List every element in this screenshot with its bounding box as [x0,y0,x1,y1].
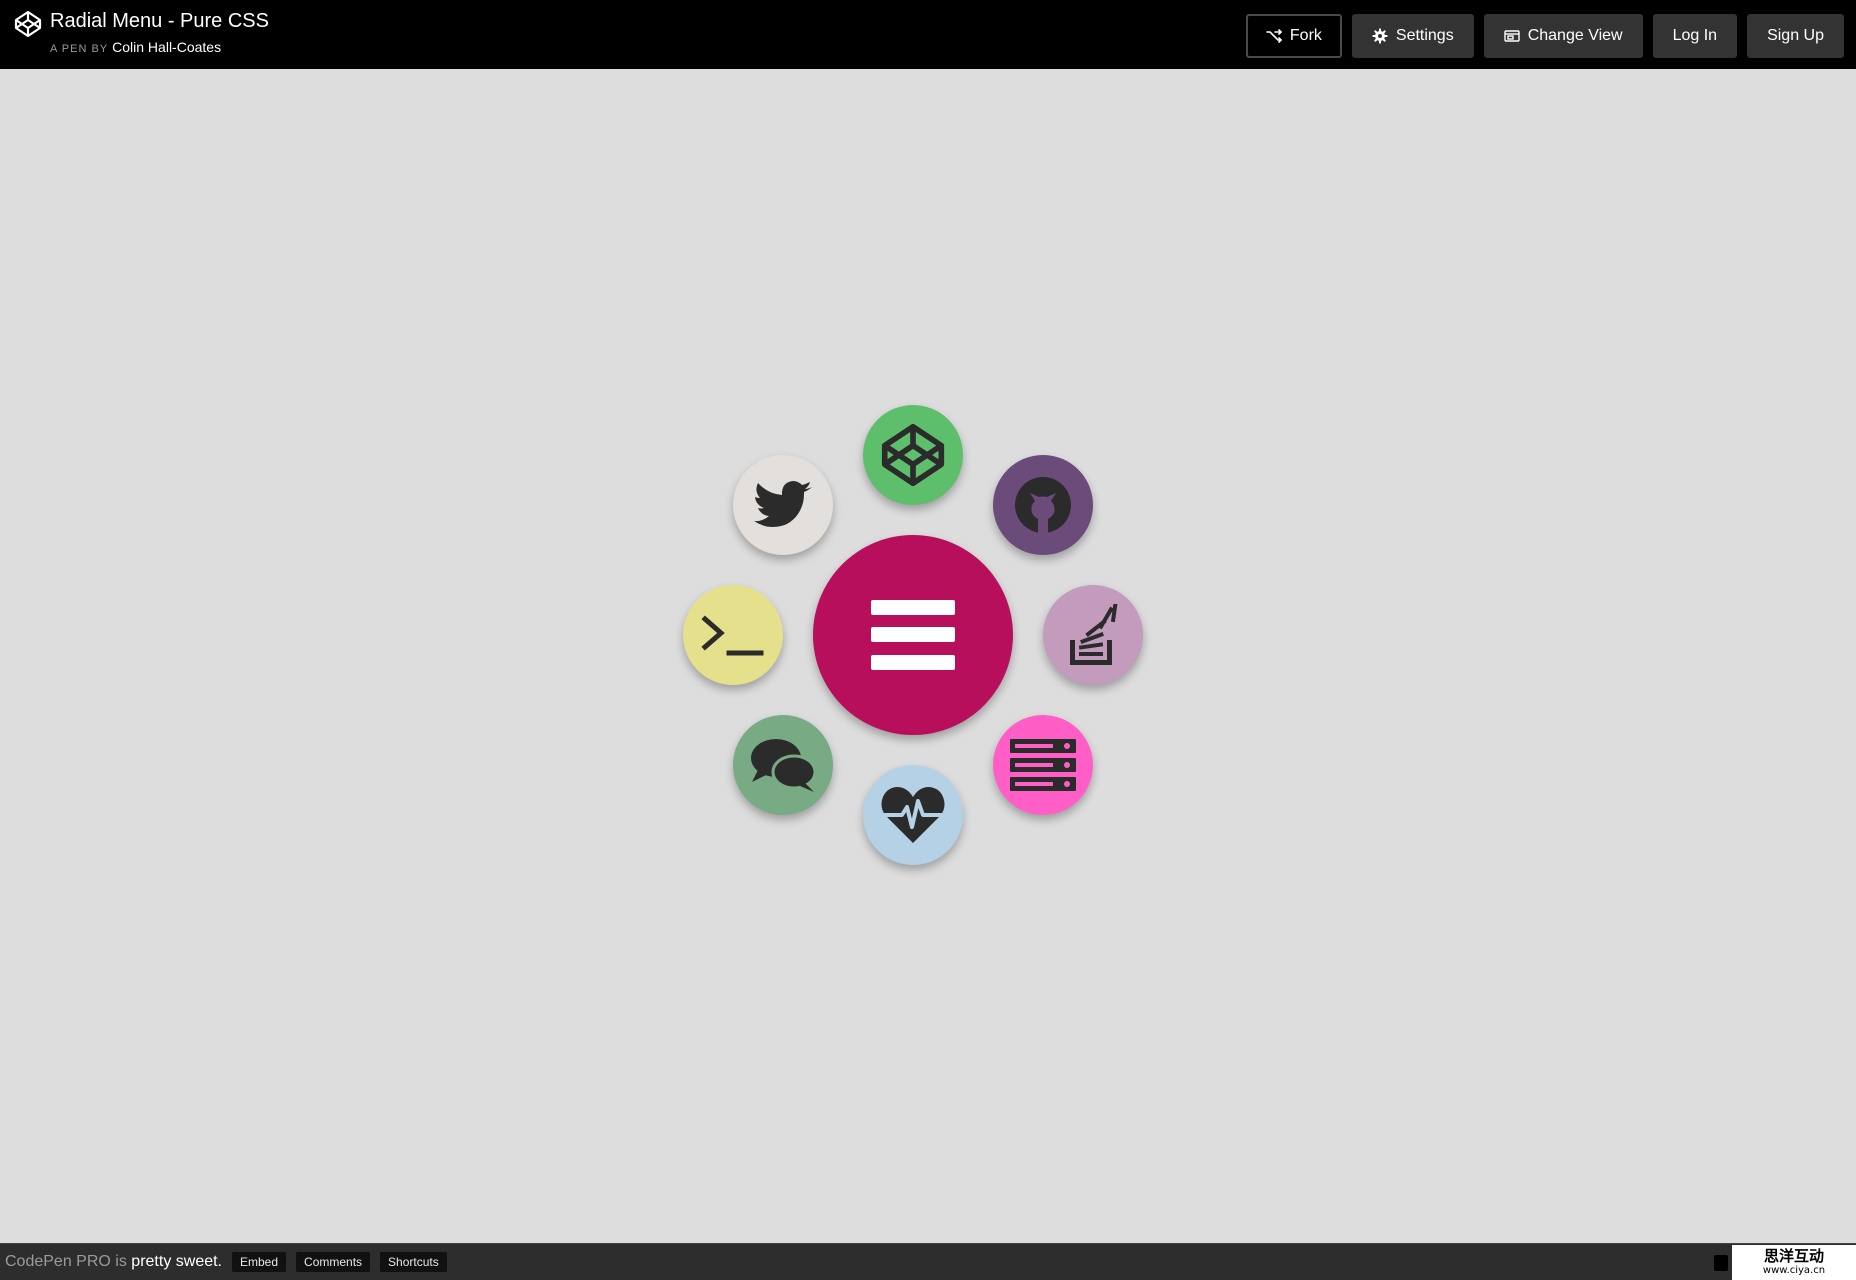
shortcuts-button[interactable]: Shortcuts [380,1252,447,1272]
footer-right: 思洋互动 www.ciya.cn [1714,1244,1856,1280]
embed-button[interactable]: Embed [232,1252,287,1272]
window-icon [1504,30,1520,42]
header-actions: Fork Settings Change View Log In Sign Up [1245,14,1844,58]
menu-item-twitter[interactable] [733,455,833,555]
comments-icon [751,739,816,792]
settings-label: Settings [1395,27,1454,44]
terminal-icon [701,615,764,656]
watermark: 思洋互动 www.ciya.cn [1732,1245,1856,1280]
promo-is: is [110,1253,132,1270]
pen-byline: A PEN BY Colin Hall-Coates [50,38,221,58]
menu-toggle-button[interactable] [813,535,1013,735]
gear-icon [1372,28,1388,44]
pen-title: Radial Menu - Pure CSS [50,10,269,32]
byline-prefix: A PEN BY [50,43,109,55]
pro-promo[interactable]: CodePen PRO is pretty sweet. [5,1253,222,1271]
watermark-cn: 思洋互动 [1763,1247,1824,1265]
menu-item-heartbeat[interactable] [863,765,963,865]
fork-button[interactable]: Fork [1245,14,1342,58]
author-link[interactable]: Colin Hall-Coates [112,39,221,55]
sign-up-label: Sign Up [1767,27,1824,44]
fork-icon [1266,29,1282,43]
menu-item-github[interactable] [993,455,1093,555]
menu-item-codepen[interactable] [863,405,963,505]
stackoverflow-icon [1070,604,1119,665]
comments-button[interactable]: Comments [296,1252,371,1272]
hamburger-icon [871,600,955,670]
promo-text: pretty sweet. [131,1253,222,1270]
settings-button[interactable]: Settings [1351,14,1474,58]
sign-up-button[interactable]: Sign Up [1747,14,1844,58]
promo-brand: CodePen PRO [5,1253,111,1270]
github-icon [1015,477,1071,533]
menu-item-comments[interactable] [733,715,833,815]
menu-item-stackoverflow[interactable] [1043,585,1143,685]
watermark-url: www.ciya.cn [1762,1265,1826,1276]
change-view-label: Change View [1527,27,1623,44]
change-view-button[interactable]: Change View [1483,14,1643,58]
top-bar: Radial Menu - Pure CSS A PEN BY Colin Hal… [0,0,1856,69]
menu-item-server[interactable] [993,715,1093,815]
codepen-logo-icon[interactable] [14,10,42,38]
codepen-icon [881,423,945,487]
twitter-icon [754,481,812,527]
menu-item-terminal[interactable] [683,585,783,685]
footer-chip[interactable] [1714,1254,1728,1271]
heartbeat-icon [881,787,945,843]
fork-label: Fork [1289,27,1322,44]
log-in-button[interactable]: Log In [1652,14,1738,58]
preview-stage [0,69,1856,1243]
log-in-label: Log In [1672,27,1718,44]
bottom-bar: CodePen PRO is pretty sweet. Embed Comme… [0,1243,1856,1280]
server-icon [1010,739,1076,791]
